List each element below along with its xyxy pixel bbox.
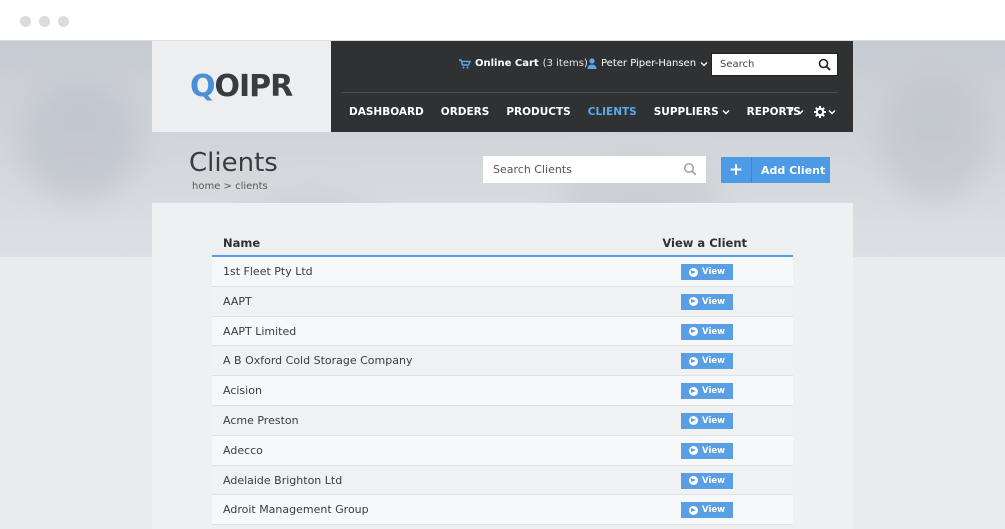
chevron-down-icon	[828, 109, 836, 114]
view-label: View	[702, 296, 725, 307]
window-dot	[58, 16, 69, 27]
user-icon	[587, 58, 597, 69]
nav-suppliers-label: SUPPLIERS	[653, 106, 719, 118]
view-label: View	[702, 415, 725, 426]
user-name: Peter Piper-Hansen	[601, 58, 697, 69]
settings-menu[interactable]	[814, 105, 836, 118]
arrow-circle-right-icon	[689, 505, 699, 515]
nav-products[interactable]: PRODUCTS	[506, 106, 570, 118]
client-name[interactable]: 1st Fleet Pty Ltd	[223, 265, 313, 278]
nav-utilities: ?	[788, 105, 836, 118]
table-row: Adelaide Brighton Ltd View	[212, 465, 793, 496]
table-row: Adecco View	[212, 435, 793, 466]
cart-count: (3 items)	[542, 58, 588, 69]
add-client-button[interactable]: + Add Client	[721, 157, 830, 183]
view-client-button[interactable]: View	[681, 412, 733, 429]
main-nav: DASHBOARD ORDERS PRODUCTS CLIENTS SUPPLI…	[349, 106, 818, 118]
table-row: AAPT View	[212, 286, 793, 317]
view-client-button[interactable]: View	[681, 264, 733, 280]
view-label: View	[702, 505, 725, 516]
search-clients-input[interactable]: Search Clients	[483, 156, 706, 183]
view-client-button[interactable]: View	[681, 472, 733, 489]
help-icon: ?	[787, 105, 794, 118]
global-search-placeholder: Search	[720, 59, 755, 70]
view-client-button[interactable]: View	[681, 293, 733, 310]
column-header-view: View a Client	[662, 236, 747, 250]
cart-icon	[459, 58, 471, 68]
client-name[interactable]: Adecco	[223, 444, 263, 457]
view-label: View	[702, 356, 725, 367]
chevron-down-icon	[796, 109, 804, 114]
clients-table: Name View a Client 1st Fleet Pty Ltd View…	[212, 229, 793, 526]
top-navbar: Online Cart (3 items) Peter Piper-Hansen…	[331, 41, 853, 132]
table-row: Adroit Management Group View	[212, 495, 793, 526]
view-client-button[interactable]: View	[681, 442, 733, 459]
view-client-button[interactable]: View	[681, 323, 733, 340]
gear-icon	[814, 105, 826, 118]
arrow-circle-right-icon	[689, 416, 699, 426]
nav-clients[interactable]: CLIENTS	[588, 106, 637, 118]
client-name[interactable]: Acision	[223, 384, 262, 397]
add-client-label: Add Client	[761, 163, 826, 177]
nav-divider	[341, 92, 838, 93]
plus-icon: +	[721, 157, 752, 183]
table-row: 1st Fleet Pty Ltd View	[212, 257, 793, 287]
window-dot	[39, 16, 50, 27]
view-label: View	[702, 445, 725, 456]
column-header-name[interactable]: Name	[223, 236, 260, 250]
table-row: Acme Preston View	[212, 405, 793, 436]
view-label: View	[702, 386, 725, 397]
cart-label: Online Cart	[475, 58, 539, 69]
view-client-button[interactable]: View	[681, 502, 733, 519]
help-menu[interactable]: ?	[788, 105, 804, 118]
search-icon[interactable]	[818, 58, 831, 71]
chevron-down-icon	[722, 110, 730, 115]
arrow-circle-right-icon	[689, 386, 699, 396]
nav-dashboard[interactable]: DASHBOARD	[349, 106, 424, 118]
nav-suppliers[interactable]: SUPPLIERS	[654, 106, 730, 118]
client-name[interactable]: Acme Preston	[223, 414, 299, 427]
nav-orders[interactable]: ORDERS	[441, 106, 490, 118]
client-name[interactable]: Adroit Management Group	[223, 503, 369, 516]
search-icon[interactable]	[683, 162, 697, 176]
client-name[interactable]: A B Oxford Cold Storage Company	[223, 354, 412, 367]
breadcrumb: home > clients	[192, 181, 268, 192]
table-header: Name View a Client	[212, 229, 793, 257]
logo[interactable]: QOIPR	[190, 69, 293, 104]
global-search-input[interactable]: Search	[711, 53, 838, 76]
online-cart-link[interactable]: Online Cart (3 items)	[459, 58, 588, 69]
arrow-circle-right-icon	[689, 476, 699, 486]
client-name[interactable]: AAPT	[223, 295, 252, 308]
table-row: AAPT Limited View	[212, 316, 793, 347]
client-name[interactable]: AAPT Limited	[223, 325, 296, 338]
user-menu[interactable]: Peter Piper-Hansen	[587, 58, 708, 69]
chevron-down-icon	[700, 61, 708, 66]
view-label: View	[702, 267, 725, 277]
arrow-circle-right-icon	[689, 327, 699, 337]
search-clients-placeholder: Search Clients	[493, 163, 572, 176]
arrow-circle-right-icon	[689, 446, 699, 456]
logo-area: QOIPR	[152, 41, 331, 132]
arrow-circle-right-icon	[689, 356, 699, 366]
clients-panel: Name View a Client 1st Fleet Pty Ltd View…	[152, 203, 853, 529]
table-row: A B Oxford Cold Storage Company View	[212, 346, 793, 377]
window-chrome	[0, 0, 1005, 41]
view-label: View	[702, 326, 725, 337]
client-name[interactable]: Adelaide Brighton Ltd	[223, 474, 342, 487]
arrow-circle-right-icon	[689, 297, 699, 307]
view-label: View	[702, 475, 725, 486]
page-title: Clients	[189, 148, 278, 178]
table-body: 1st Fleet Pty Ltd View AAPT View AAPT Limite…	[212, 257, 793, 526]
view-client-button[interactable]: View	[681, 353, 733, 370]
table-row: Acision View	[212, 376, 793, 406]
arrow-circle-right-icon	[689, 267, 699, 277]
view-client-button[interactable]: View	[681, 383, 733, 400]
window-dot	[20, 16, 31, 27]
